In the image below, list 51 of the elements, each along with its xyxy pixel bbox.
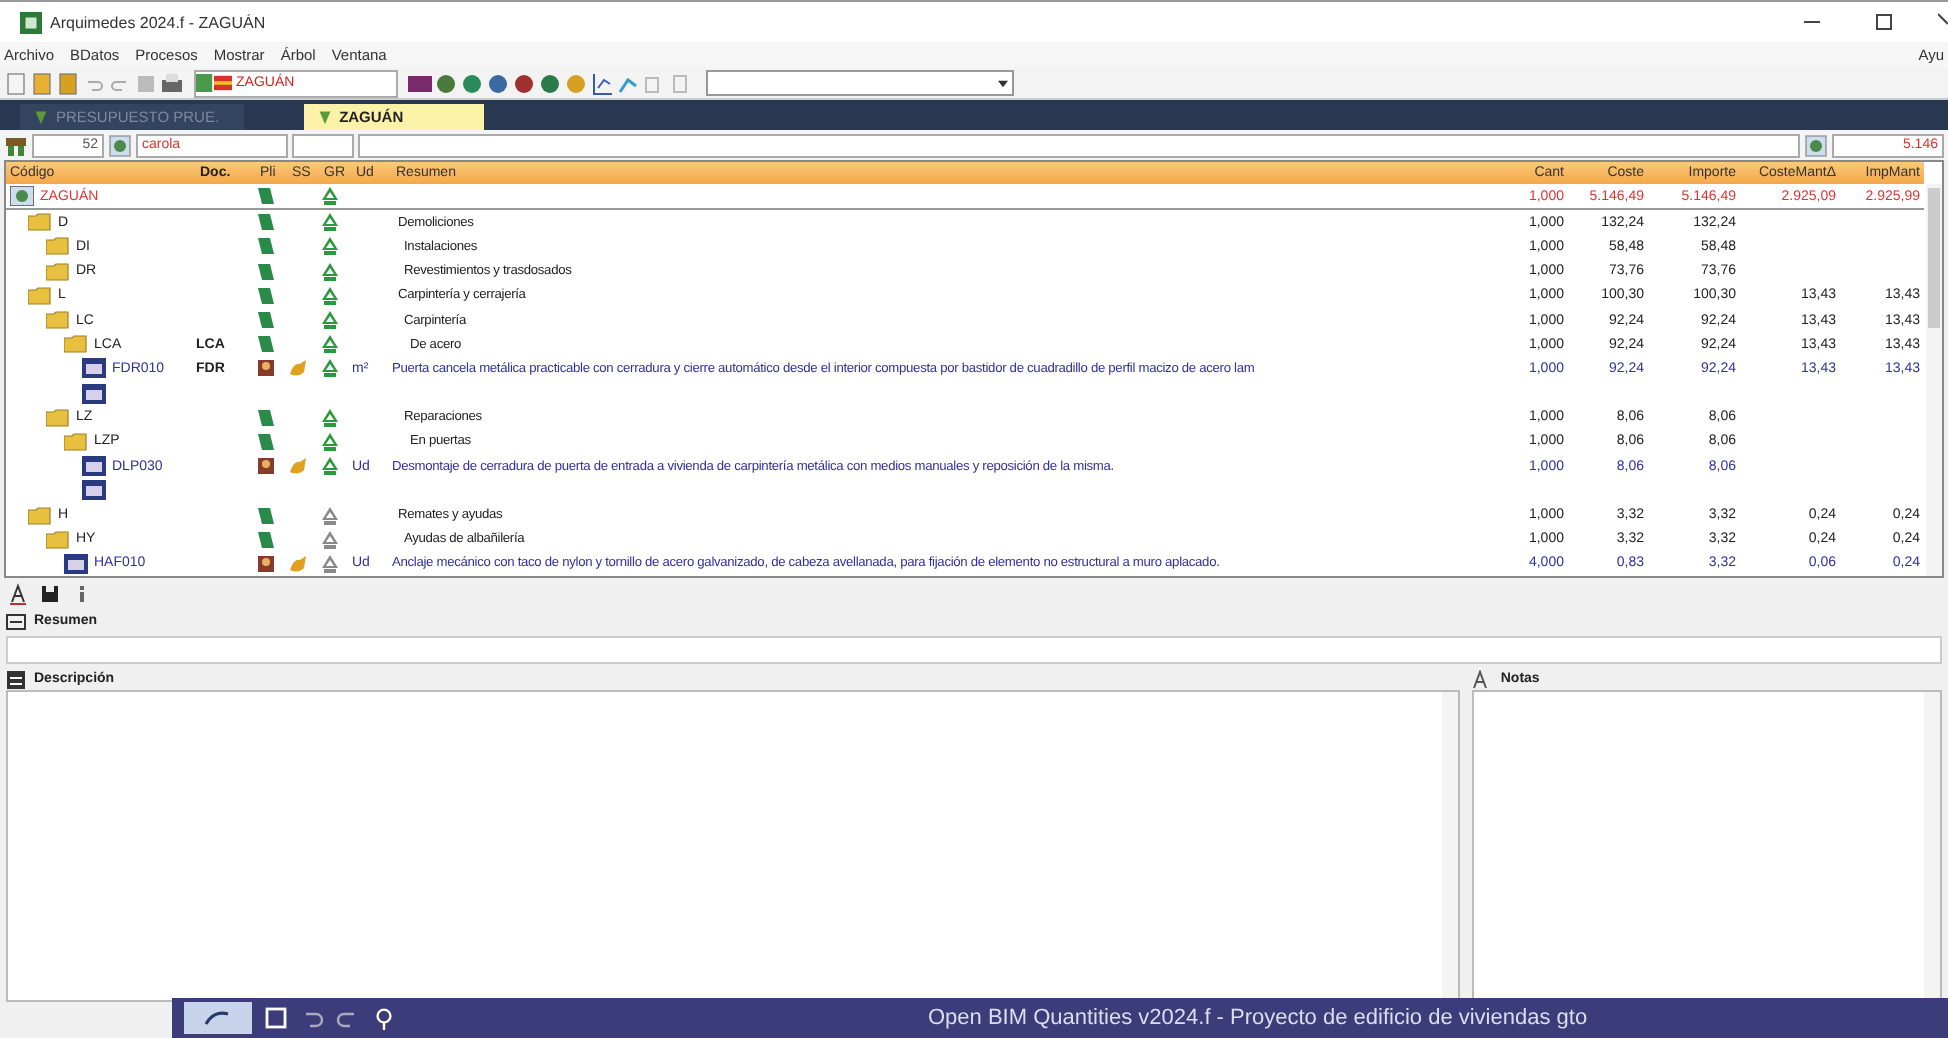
triangle-icon (32, 108, 50, 126)
save-icon[interactable] (38, 582, 62, 606)
folder-icon (28, 505, 52, 526)
document-icon (82, 358, 106, 379)
folder-icon (46, 529, 70, 550)
budget-icon (10, 186, 34, 207)
person-icon (256, 358, 276, 379)
triangle-icon (315, 108, 334, 126)
window-title: Arquimedes 2024.f - ZAGUÁN (50, 13, 266, 31)
app-icon (20, 11, 42, 33)
text-format-icon[interactable] (6, 582, 30, 606)
document-icon (64, 553, 88, 574)
input-field[interactable] (358, 133, 1800, 157)
person-icon (256, 553, 276, 574)
notes-icon (1472, 669, 1493, 689)
scrollbar[interactable] (1926, 184, 1942, 576)
printer-icon[interactable] (160, 71, 184, 95)
save-icon[interactable] (264, 1006, 288, 1030)
caret-icon (998, 79, 1008, 87)
maximize-icon[interactable] (1874, 12, 1894, 32)
window-title: Open BIM Quantities v2024.f - Proyecto de edificio de viviendas gto (928, 1006, 1588, 1030)
document-icon (82, 456, 106, 477)
toolbar-icon[interactable] (460, 71, 484, 95)
toolbar-button[interactable] (184, 1002, 252, 1034)
toolbar-icon[interactable] (512, 71, 536, 95)
description-icon (6, 669, 26, 689)
input-field[interactable] (292, 133, 354, 157)
search-icon[interactable] (372, 1006, 396, 1030)
toolbar-icon[interactable] (434, 71, 458, 95)
summary-icon (6, 611, 26, 631)
person-icon (256, 456, 276, 477)
folder-icon (64, 431, 88, 452)
toolbar-icon[interactable] (408, 71, 432, 95)
document-icon (82, 480, 106, 501)
folder-icon (46, 261, 70, 282)
budget-icon[interactable] (108, 133, 132, 157)
dropdown-field[interactable] (706, 70, 1014, 96)
curve-icon (204, 1008, 232, 1028)
folder-icon (46, 310, 70, 331)
toolbar-icon[interactable] (486, 71, 510, 95)
flag-icon (196, 74, 232, 92)
document-icon (82, 383, 106, 404)
chart-icon[interactable] (590, 71, 614, 95)
budget-icon[interactable] (1804, 133, 1828, 157)
folder-icon (28, 285, 52, 306)
toolbar-icon[interactable] (538, 71, 562, 95)
folder-icon (46, 236, 70, 257)
tree-icon[interactable] (4, 133, 28, 157)
summary-field[interactable] (6, 636, 1942, 664)
folder-icon (46, 407, 70, 428)
folder-icon (64, 334, 88, 355)
